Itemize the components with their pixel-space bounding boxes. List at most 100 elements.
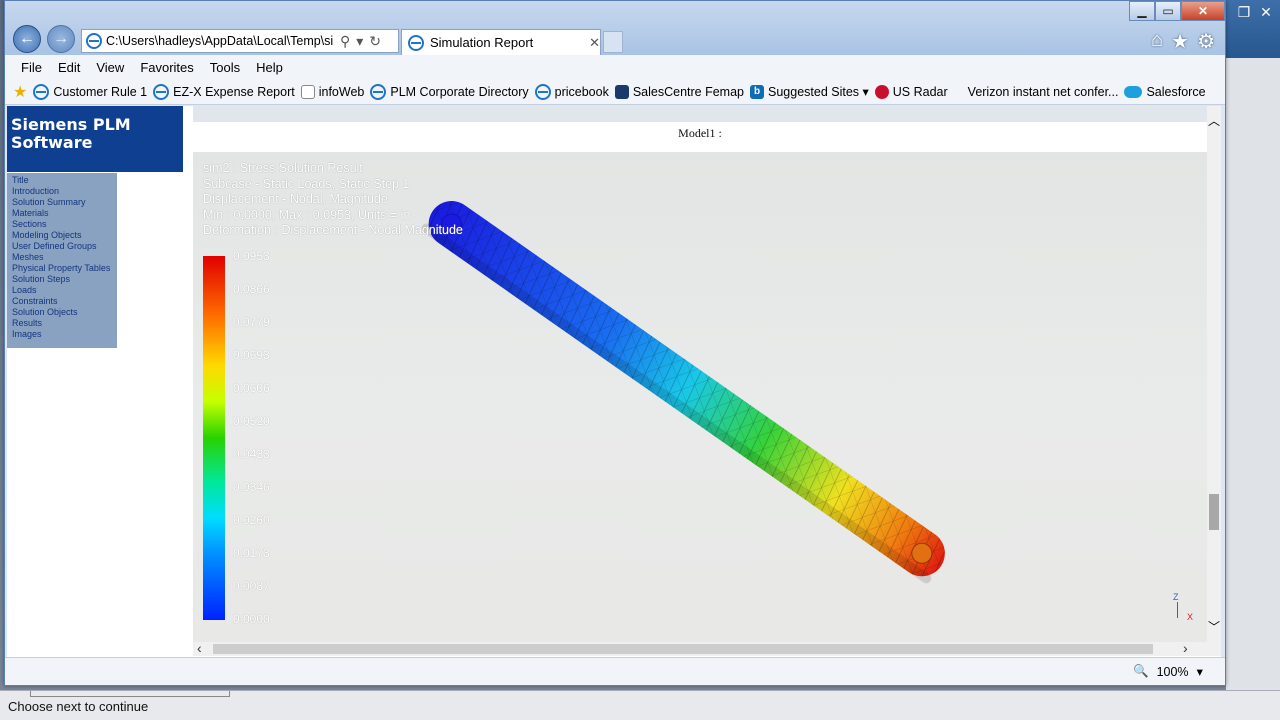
bg-close-icon[interactable]: ✕: [1256, 4, 1276, 24]
maximize-button[interactable]: ▭: [1155, 1, 1181, 21]
toc-item-physical-property-tables[interactable]: Physical Property Tables: [12, 263, 117, 274]
scroll-right-icon[interactable]: ›: [1183, 640, 1188, 656]
info-line: Deformation : Displacement - Nodal Magni…: [203, 223, 463, 237]
address-bar[interactable]: C:\Users\hadleys\AppData\Local\Temp\sim …: [81, 29, 399, 53]
favorite-link[interactable]: Verizon instant net confer...: [968, 85, 1119, 99]
favorites-add-star-icon[interactable]: ★: [13, 82, 27, 102]
legend-label: 0.0173: [233, 546, 270, 560]
zoom-control[interactable]: 🔍 100% ▾: [1133, 664, 1203, 679]
ie-icon: [153, 83, 170, 100]
info-line: Min : 0.0000, Max : 0.0953, Units = in: [203, 207, 411, 222]
favorite-link[interactable]: EZ-X Expense Report: [153, 83, 295, 100]
favorite-link[interactable]: US Radar: [874, 84, 948, 99]
toc-item-loads[interactable]: Loads: [12, 285, 117, 296]
favorite-link[interactable]: Salesforce: [1124, 85, 1206, 99]
toc-item-introduction[interactable]: Introduction: [12, 186, 117, 197]
toc-item-constraints[interactable]: Constraints: [12, 296, 117, 307]
scroll-thumb[interactable]: [1209, 494, 1219, 530]
ie-icon: [33, 83, 50, 100]
search-icon[interactable]: ⚲: [340, 33, 350, 50]
legend-label: 0.0087: [233, 579, 270, 593]
favorites-star-icon[interactable]: ★: [1171, 29, 1189, 54]
legend-label: 0.0953: [233, 249, 270, 263]
ie-icon: [370, 83, 387, 100]
menu-view[interactable]: View: [96, 60, 124, 75]
favorite-link[interactable]: infoWeb: [300, 84, 364, 99]
info-line: sim2 : Stress Solution Result: [203, 161, 363, 175]
scroll-thumb[interactable]: [213, 644, 1153, 654]
forward-arrow-icon: →: [53, 30, 69, 47]
toc-item-user-defined-groups[interactable]: User Defined Groups: [12, 241, 117, 252]
zoom-dropdown-icon[interactable]: ▾: [1197, 664, 1203, 679]
scroll-left-icon[interactable]: ‹: [197, 640, 202, 656]
toc-item-images[interactable]: Images: [12, 329, 117, 340]
report-toc: Siemens PLM Software Title Introduction …: [7, 106, 193, 656]
scroll-down-icon[interactable]: ﹀: [1208, 618, 1220, 635]
favorite-link[interactable]: pricebook: [534, 83, 609, 100]
refresh-icon[interactable]: ↻: [369, 33, 381, 50]
menu-help[interactable]: Help: [256, 60, 283, 75]
browser-status-bar: 🔍 100% ▾: [5, 657, 1225, 685]
gear-icon[interactable]: ⚙: [1197, 29, 1215, 54]
minimize-button[interactable]: ▁: [1129, 1, 1155, 21]
cloud-icon: [1124, 85, 1143, 98]
vertical-scrollbar[interactable]: ︿ ﹀: [1207, 106, 1221, 656]
back-arrow-icon: ←: [19, 30, 35, 47]
address-url[interactable]: C:\Users\hadleys\AppData\Local\Temp\sim: [106, 34, 334, 48]
browser-window: ← → C:\Users\hadleys\AppData\Local\Temp\…: [4, 0, 1226, 686]
ie-tab-icon: [408, 34, 424, 51]
ie-icon: [534, 83, 551, 100]
toc-list: Title Introduction Solution Summary Mate…: [7, 173, 117, 348]
menu-favorites[interactable]: Favorites: [140, 60, 193, 75]
scroll-up-icon[interactable]: ︿: [1208, 112, 1220, 129]
new-tab-button[interactable]: [603, 31, 623, 53]
toc-item-solution-steps[interactable]: Solution Steps: [12, 274, 117, 285]
ie-page-icon: [86, 33, 102, 49]
home-icon[interactable]: ⌂: [1151, 29, 1163, 54]
bing-icon: b: [750, 84, 764, 99]
page-icon: [300, 84, 315, 99]
horizontal-scrollbar[interactable]: ‹ ›: [193, 640, 1207, 656]
info-line: Subcase - Static Loads, Static Step 1: [203, 176, 410, 191]
background-status-bar: Choose next to continue: [0, 690, 1280, 720]
menu-tools[interactable]: Tools: [210, 60, 240, 75]
zoom-level: 100%: [1156, 664, 1189, 679]
toc-item-meshes[interactable]: Meshes: [12, 252, 117, 263]
tab-simulation-report[interactable]: Simulation Report ✕: [401, 29, 601, 55]
favorites-bar: ★ Customer Rule 1 EZ-X Expense Report in…: [5, 79, 1225, 105]
toc-item-materials[interactable]: Materials: [12, 208, 117, 219]
legend-label: 0.0520: [233, 414, 270, 428]
favorite-link[interactable]: PLM Corporate Directory: [370, 83, 529, 100]
toc-item-results[interactable]: Results: [12, 318, 117, 329]
browser-titlebar: ← → C:\Users\hadleys\AppData\Local\Temp\…: [5, 1, 1225, 55]
dropdown-icon[interactable]: ▾: [356, 33, 363, 50]
toc-item-solution-summary[interactable]: Solution Summary: [12, 197, 117, 208]
forward-button[interactable]: →: [47, 25, 75, 53]
toc-item-solution-objects[interactable]: Solution Objects: [12, 307, 117, 318]
menu-bar: File Edit View Favorites Tools Help: [5, 55, 1225, 79]
color-legend-bar: [203, 256, 225, 620]
info-line: Displacement - Nodal, Magnitude: [203, 192, 388, 206]
menu-file[interactable]: File: [21, 60, 42, 75]
toc-item-modeling-objects[interactable]: Modeling Objects: [12, 230, 117, 241]
favorite-link[interactable]: Customer Rule 1: [33, 83, 147, 100]
result-image: sim2 : Stress Solution Result Subcase - …: [193, 152, 1207, 642]
legend-label: 0.0779: [233, 315, 270, 329]
toc-item-title[interactable]: Title: [12, 175, 117, 186]
back-button[interactable]: ←: [13, 25, 41, 53]
bg-restore-icon[interactable]: ❐: [1234, 4, 1254, 24]
brand-logo: Siemens PLM Software: [7, 106, 183, 172]
legend-label: 0.0433: [233, 447, 270, 461]
close-button[interactable]: ✕: [1181, 1, 1225, 21]
tab-title: Simulation Report: [429, 35, 534, 50]
legend-label: 0.0000: [233, 612, 270, 626]
legend-label: 0.0693: [233, 348, 270, 362]
favorite-link[interactable]: SalesCentre Femap: [614, 84, 744, 99]
toc-item-sections[interactable]: Sections: [12, 219, 117, 230]
zoom-icon: 🔍: [1133, 664, 1149, 678]
tab-close-icon[interactable]: ✕: [589, 35, 600, 51]
favorite-link[interactable]: b Suggested Sites ▾: [750, 84, 869, 99]
legend-label: 0.0260: [233, 513, 270, 527]
menu-edit[interactable]: Edit: [58, 60, 80, 75]
page-content: Siemens PLM Software Title Introduction …: [7, 106, 1221, 657]
